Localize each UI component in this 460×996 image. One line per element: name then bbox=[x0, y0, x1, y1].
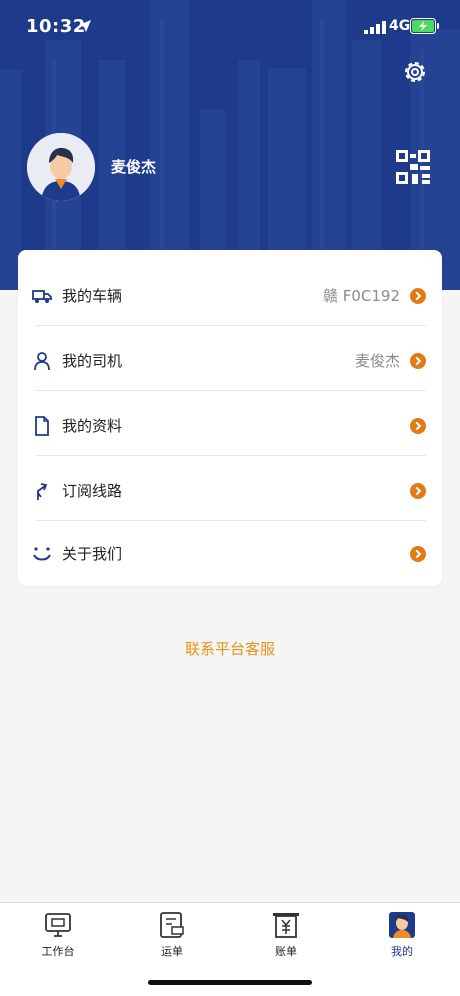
avatar-person-icon bbox=[27, 133, 95, 201]
mine-icon bbox=[389, 912, 415, 938]
cellular-signal-icon bbox=[364, 21, 386, 34]
tab-label: 工作台 bbox=[41, 945, 75, 958]
battery-charging-icon bbox=[410, 18, 439, 34]
menu-card: 我的车辆 赣 F0C192 我的司机 麦俊杰 我的资料 订阅线路 关于我们 bbox=[18, 250, 442, 586]
workbench-icon bbox=[45, 913, 71, 937]
person-icon bbox=[34, 352, 50, 371]
tab-waybill[interactable]: 运单 bbox=[142, 911, 202, 971]
driver-name: 麦俊杰 bbox=[354, 352, 400, 370]
divider bbox=[36, 520, 426, 521]
chevron-right-icon bbox=[410, 288, 426, 304]
truck-icon bbox=[32, 290, 52, 303]
tab-label: 运单 bbox=[161, 945, 183, 958]
qr-code-icon[interactable] bbox=[396, 150, 430, 184]
contact-support-link[interactable]: 联系平台客服 bbox=[0, 638, 460, 659]
menu-item-my-documents[interactable]: 我的资料 bbox=[18, 394, 442, 458]
menu-item-subscribed-routes[interactable]: 订阅线路 bbox=[18, 459, 442, 523]
menu-item-my-driver[interactable]: 我的司机 麦俊杰 bbox=[18, 329, 442, 393]
settings-gear-icon[interactable] bbox=[402, 59, 428, 85]
menu-item-label: 我的司机 bbox=[62, 352, 123, 370]
menu-item-label: 关于我们 bbox=[62, 545, 123, 563]
status-time: 10:32 bbox=[26, 16, 86, 37]
avatar[interactable] bbox=[27, 133, 95, 201]
menu-item-my-vehicle[interactable]: 我的车辆 赣 F0C192 bbox=[18, 264, 442, 328]
bill-icon bbox=[273, 913, 299, 938]
chevron-right-icon bbox=[410, 418, 426, 434]
divider bbox=[36, 455, 426, 456]
user-name: 麦俊杰 bbox=[111, 158, 157, 176]
document-icon bbox=[35, 416, 49, 436]
menu-item-label: 我的车辆 bbox=[62, 287, 123, 305]
smile-icon bbox=[33, 547, 51, 561]
chevron-right-icon bbox=[410, 353, 426, 369]
divider bbox=[36, 390, 426, 391]
profile-header: 10:32 4G 麦俊杰 bbox=[0, 0, 460, 290]
location-arrow-icon bbox=[79, 20, 91, 32]
network-type: 4G bbox=[389, 18, 411, 34]
tab-bill[interactable]: 账单 bbox=[256, 911, 316, 971]
tab-mine[interactable]: 我的 bbox=[372, 911, 432, 971]
tab-workbench[interactable]: 工作台 bbox=[28, 911, 88, 971]
tab-label: 账单 bbox=[275, 945, 297, 958]
vehicle-plate: 赣 F0C192 bbox=[322, 287, 400, 305]
chevron-right-icon bbox=[410, 483, 426, 499]
status-bar: 10:32 4G bbox=[0, 0, 460, 56]
divider bbox=[36, 325, 426, 326]
menu-item-about-us[interactable]: 关于我们 bbox=[18, 522, 442, 586]
home-indicator bbox=[148, 980, 312, 985]
menu-item-label: 我的资料 bbox=[62, 417, 123, 435]
route-icon bbox=[37, 483, 48, 500]
waybill-icon bbox=[160, 912, 184, 938]
tab-label: 我的 bbox=[391, 945, 413, 958]
chevron-right-icon bbox=[410, 546, 426, 562]
menu-item-label: 订阅线路 bbox=[62, 482, 123, 500]
